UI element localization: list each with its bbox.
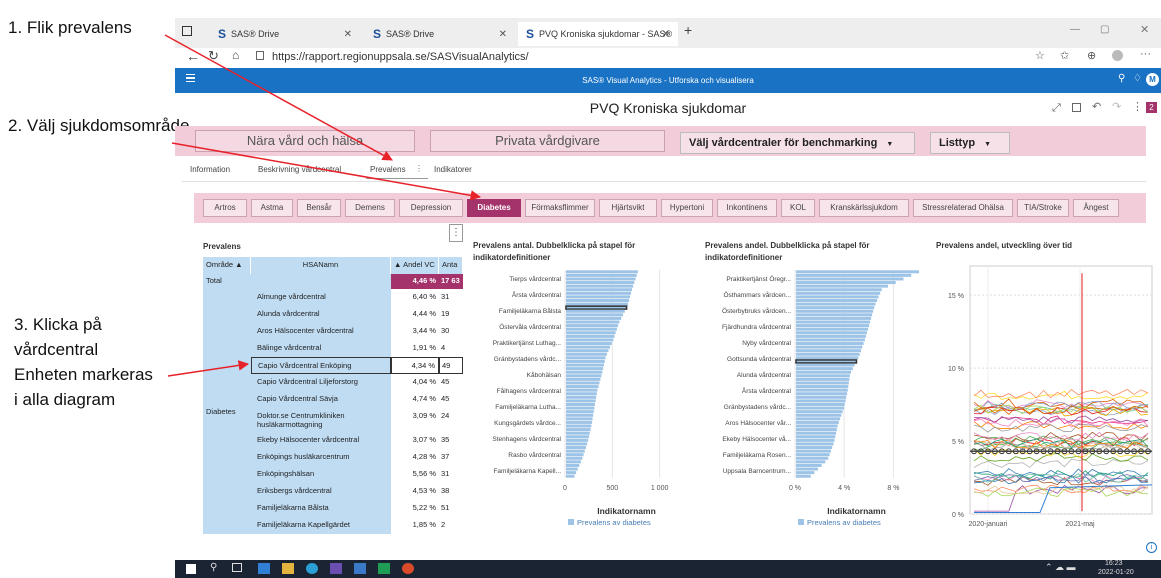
taskbar-app-1[interactable] [258,563,270,574]
taskbar-app-3[interactable] [306,563,318,574]
taskbar-app-4[interactable] [330,563,342,574]
annotation-arrows [164,34,482,377]
taskbar-date: 2022-01-20 [1098,569,1134,576]
taskbar-time: 16:23 [1105,560,1123,567]
taskbar-app-5[interactable] [354,563,366,574]
taskbar [175,560,1161,578]
arrow-3 [167,360,250,377]
taskbar-app-7[interactable] [402,563,414,574]
arrow-2 [171,142,482,201]
arrow-1 [164,34,393,161]
taskbar-search-icon[interactable]: ⚲ [210,562,217,573]
taskbar-app-2[interactable] [282,563,294,574]
windows-start-icon[interactable] [186,564,196,574]
taskbar-app-6[interactable] [378,563,390,574]
tray-icons[interactable]: ⌃ ☁ ▬ [1045,562,1076,573]
taskview-icon[interactable] [232,563,242,572]
